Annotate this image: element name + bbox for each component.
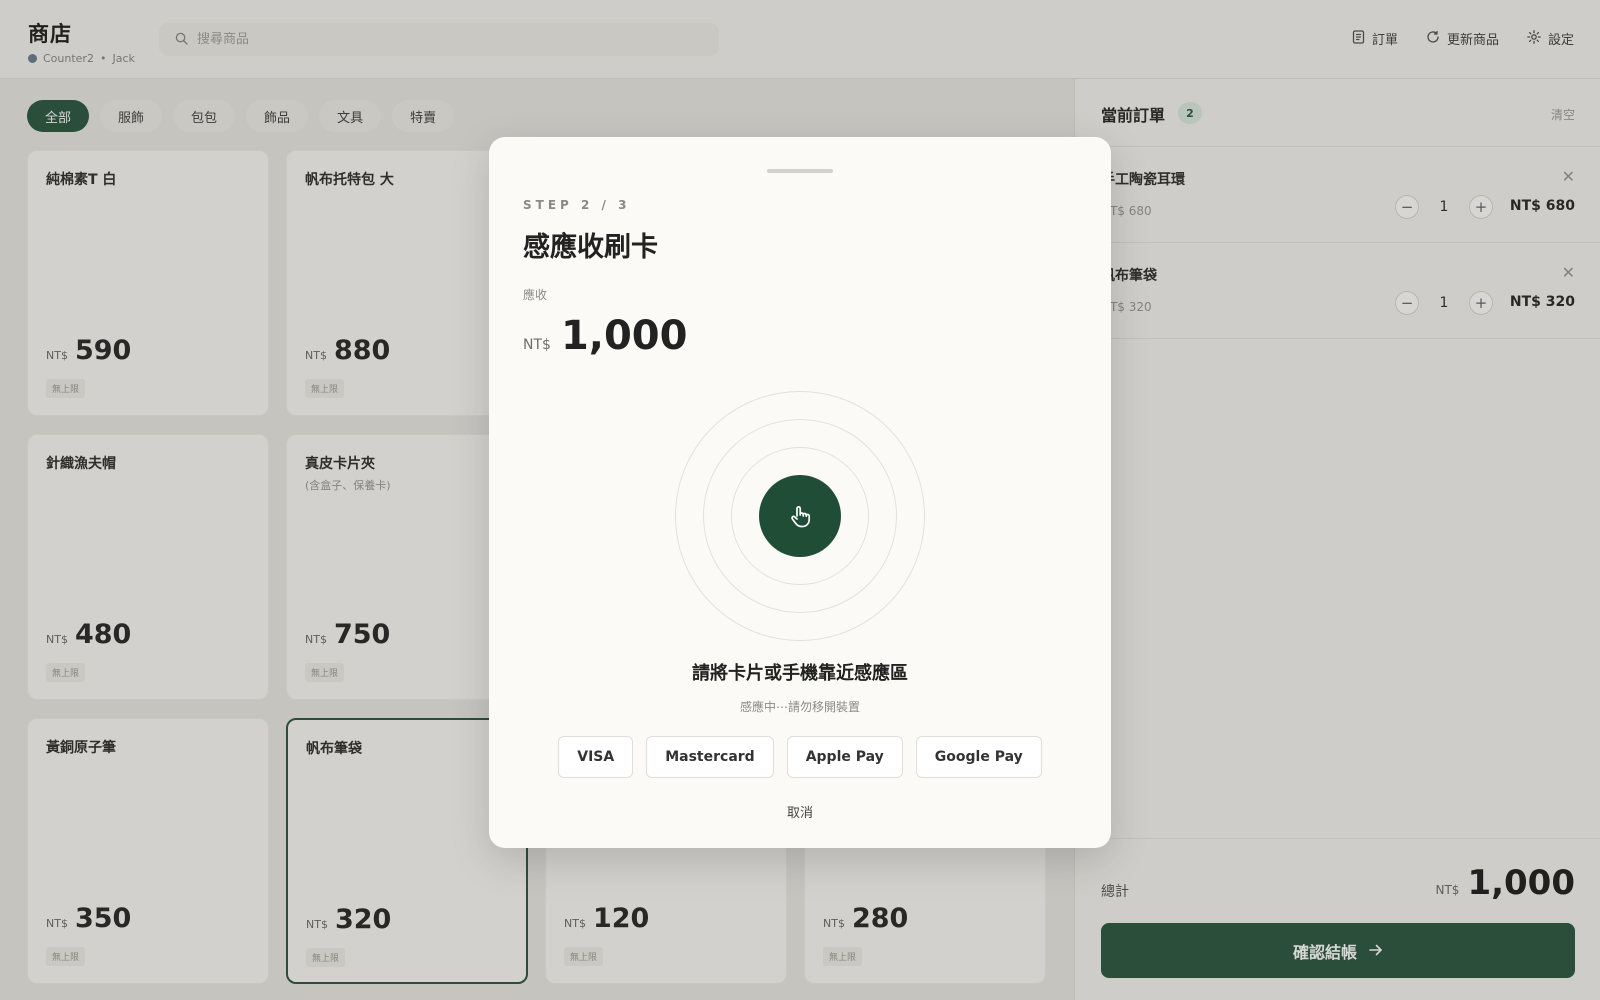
amount-due: NT$ 1,000 (523, 313, 687, 359)
visa-button[interactable]: VISA (558, 736, 634, 778)
step-indicator: STEP 2 / 3 (523, 198, 631, 212)
mastercard-button[interactable]: Mastercard (646, 736, 774, 778)
drag-handle[interactable] (767, 169, 833, 173)
tap-status: 感應中⋯請勿移開裝置 (739, 700, 860, 714)
nfc-reader-zone (675, 391, 925, 641)
payment-methods: VISA Mastercard Apple Pay Google Pay (489, 736, 1111, 778)
card-payment-modal: STEP 2 / 3 感應收刷卡 應收 NT$ 1,000 請將卡片或手機靠近感… (489, 137, 1111, 848)
tap-instruction: 請將卡片或手機靠近感應區 (692, 663, 908, 684)
google-pay-button[interactable]: Google Pay (915, 736, 1042, 778)
amount-due-value: 1,000 (560, 313, 688, 359)
tap-hand-icon (759, 475, 841, 557)
amount-due-currency: NT$ (523, 337, 551, 353)
apple-pay-button[interactable]: Apple Pay (786, 736, 903, 778)
amount-due-label: 應收 (523, 288, 548, 302)
cancel-button[interactable]: 取消 (489, 802, 1111, 821)
modal-title: 感應收刷卡 (523, 232, 658, 263)
